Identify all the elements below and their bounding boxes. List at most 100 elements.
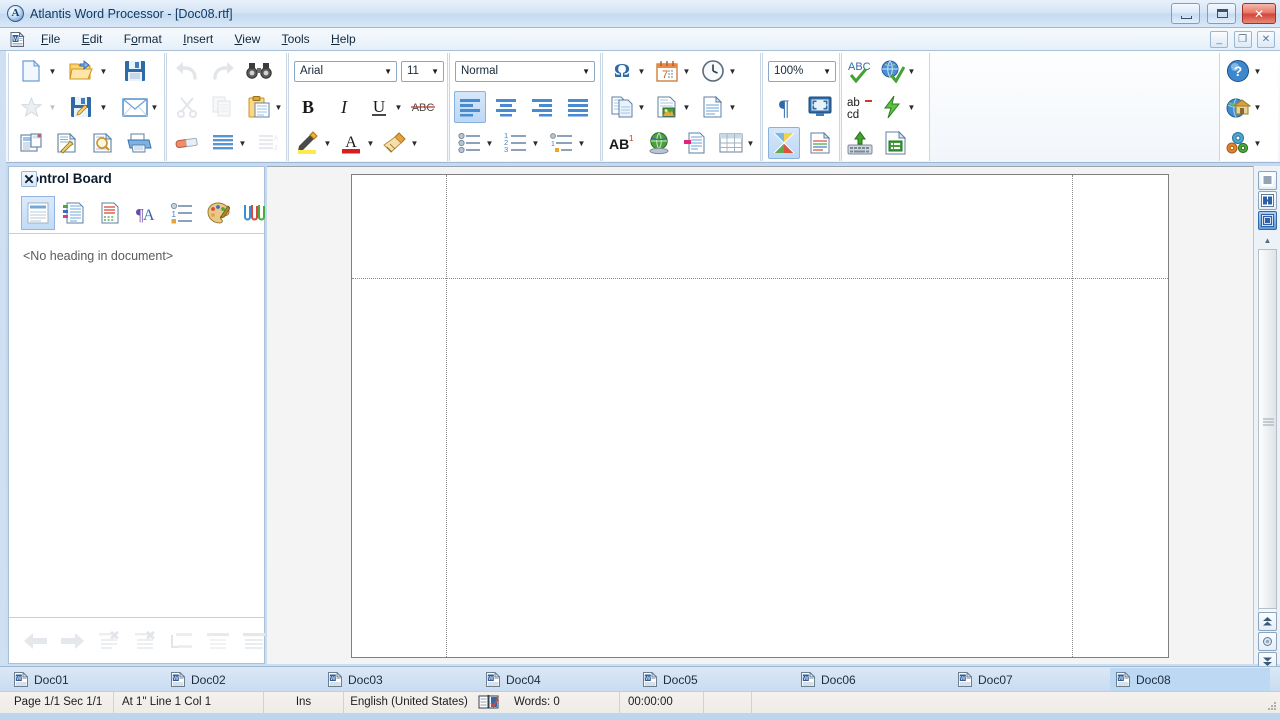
tab-clips[interactable] bbox=[237, 196, 271, 230]
paragraph-format-dropdown[interactable]: ▼ bbox=[237, 127, 248, 159]
document-workspace[interactable] bbox=[267, 166, 1253, 664]
style-combo[interactable]: Normal ▼ bbox=[455, 61, 595, 82]
scroll-up-button[interactable]: ▲ bbox=[1258, 232, 1277, 249]
send-mail-dropdown[interactable]: ▼ bbox=[149, 91, 160, 123]
tab-styles[interactable]: ¶ A bbox=[129, 196, 163, 230]
new-document-button[interactable] bbox=[15, 55, 47, 87]
doc-tab-7[interactable]: W Doc07 bbox=[952, 668, 1107, 691]
resize-grip-icon[interactable] bbox=[1265, 699, 1277, 711]
menu-insert[interactable]: Insert bbox=[174, 28, 222, 51]
doc-tab-5[interactable]: W Doc05 bbox=[637, 668, 792, 691]
print-preview-button[interactable] bbox=[87, 127, 119, 159]
insert-table-dropdown[interactable]: ▼ bbox=[745, 127, 756, 159]
show-formatting-marks-button[interactable]: ¶ bbox=[768, 91, 800, 123]
insert-image-dropdown[interactable]: ▼ bbox=[681, 91, 692, 123]
insert-symbol-button[interactable]: Ω bbox=[606, 55, 638, 87]
document-icon[interactable]: W bbox=[10, 31, 25, 47]
menu-tools[interactable]: Tools bbox=[273, 28, 319, 51]
options-dropdown[interactable]: ▼ bbox=[1252, 127, 1263, 159]
home-page-dropdown[interactable]: ▼ bbox=[1252, 91, 1263, 123]
doc-tab-3[interactable]: W Doc03 bbox=[322, 668, 477, 691]
menu-help[interactable]: Help bbox=[322, 28, 365, 51]
close-button[interactable]: ✕ bbox=[1242, 3, 1276, 24]
insert-page-break-dropdown[interactable]: ▼ bbox=[636, 91, 647, 123]
insert-date-dropdown[interactable]: ▼ bbox=[681, 55, 692, 87]
underline-dropdown[interactable]: ▼ bbox=[393, 91, 404, 123]
print-button[interactable] bbox=[123, 127, 155, 159]
font-color-dropdown[interactable]: ▼ bbox=[365, 127, 376, 159]
control-board-body[interactable]: <No heading in document> bbox=[9, 234, 264, 618]
keyboard-shortcuts-button[interactable] bbox=[844, 127, 876, 159]
tab-lists[interactable]: 1 bbox=[165, 196, 199, 230]
autocorrect-button[interactable] bbox=[876, 91, 908, 123]
highlight-button[interactable] bbox=[292, 127, 324, 159]
mdi-restore-button[interactable]: ❐ bbox=[1233, 31, 1252, 48]
status-spell-indicator[interactable] bbox=[474, 692, 508, 713]
color-scheme-button[interactable] bbox=[768, 127, 800, 159]
vertical-scrollbar-thumb[interactable] bbox=[1258, 249, 1277, 609]
insert-page-break-button[interactable] bbox=[606, 91, 638, 123]
menu-format[interactable]: Format bbox=[115, 28, 171, 51]
mdi-close-button[interactable]: ✕ bbox=[1257, 31, 1275, 48]
home-page-button[interactable] bbox=[1222, 91, 1254, 123]
thesaurus-button[interactable]: ab cd bbox=[844, 91, 876, 123]
new-document-dropdown[interactable]: ▼ bbox=[47, 55, 58, 87]
doc-tab-1[interactable]: W Doc01 bbox=[8, 668, 163, 691]
align-justify-button[interactable] bbox=[562, 91, 594, 123]
menu-file[interactable]: File bbox=[32, 28, 69, 51]
clear-formatting-button[interactable] bbox=[171, 127, 203, 159]
numbered-list-button[interactable]: 123 bbox=[500, 127, 532, 159]
options-button[interactable] bbox=[1222, 127, 1254, 159]
help-button[interactable]: ? bbox=[1222, 55, 1254, 87]
maximize-button[interactable] bbox=[1206, 3, 1236, 24]
tab-document-map[interactable] bbox=[57, 196, 91, 230]
numbered-list-dropdown[interactable]: ▼ bbox=[530, 127, 541, 159]
language-dropdown[interactable]: ▼ bbox=[906, 55, 917, 87]
close-icon[interactable]: ✕ bbox=[21, 171, 37, 187]
align-center-button[interactable] bbox=[490, 91, 522, 123]
insert-symbol-dropdown[interactable]: ▼ bbox=[636, 55, 647, 87]
doc-tab-2[interactable]: W Doc02 bbox=[165, 668, 320, 691]
font-size-combo[interactable]: 11 ▼ bbox=[401, 61, 444, 82]
browse-object-button[interactable] bbox=[1258, 632, 1277, 651]
status-insert-mode[interactable]: Ins bbox=[264, 692, 344, 713]
menu-edit[interactable]: Edit bbox=[73, 28, 112, 51]
two-page-view-button[interactable] bbox=[1258, 191, 1277, 210]
align-right-button[interactable] bbox=[526, 91, 558, 123]
font-name-combo[interactable]: Arial ▼ bbox=[294, 61, 397, 82]
open-document-button[interactable] bbox=[65, 55, 97, 87]
menu-view[interactable]: View bbox=[226, 28, 270, 51]
language-button[interactable] bbox=[876, 55, 908, 87]
bold-button[interactable]: B bbox=[292, 91, 324, 123]
underline-button[interactable]: U bbox=[363, 91, 395, 123]
strikethrough-button[interactable]: ABC bbox=[407, 91, 439, 123]
insert-text-box-button[interactable] bbox=[697, 91, 729, 123]
paste-dropdown[interactable]: ▼ bbox=[273, 91, 284, 123]
doc-tab-8[interactable]: W Doc08 bbox=[1110, 668, 1270, 691]
multilevel-list-dropdown[interactable]: ▼ bbox=[576, 127, 587, 159]
font-color-button[interactable]: A bbox=[335, 127, 367, 159]
autocorrect-dropdown[interactable]: ▼ bbox=[906, 91, 917, 123]
insert-text-box-dropdown[interactable]: ▼ bbox=[727, 91, 738, 123]
normal-view-button[interactable] bbox=[1258, 171, 1277, 190]
save-as-button[interactable] bbox=[65, 91, 97, 123]
tab-headings[interactable] bbox=[21, 196, 55, 230]
document-options-button[interactable] bbox=[51, 127, 83, 159]
insert-table-button[interactable] bbox=[715, 127, 747, 159]
send-mail-button[interactable] bbox=[119, 91, 151, 123]
previous-page-button[interactable] bbox=[1258, 612, 1277, 631]
italic-button[interactable]: I bbox=[328, 91, 360, 123]
page-view-button[interactable] bbox=[1258, 211, 1277, 230]
doc-tab-6[interactable]: W Doc06 bbox=[795, 668, 950, 691]
tab-themes[interactable] bbox=[201, 196, 235, 230]
hyperlink-button[interactable] bbox=[643, 127, 675, 159]
spell-check-button[interactable]: ABC bbox=[844, 55, 876, 87]
minimize-button[interactable] bbox=[1171, 3, 1201, 24]
format-painter-dropdown[interactable]: ▼ bbox=[409, 127, 420, 159]
align-left-button[interactable] bbox=[454, 91, 486, 123]
help-dropdown[interactable]: ▼ bbox=[1252, 55, 1263, 87]
word-count-button[interactable] bbox=[880, 127, 912, 159]
full-screen-button[interactable] bbox=[804, 91, 836, 123]
document-page[interactable] bbox=[351, 174, 1169, 658]
format-painter-button[interactable] bbox=[379, 127, 411, 159]
